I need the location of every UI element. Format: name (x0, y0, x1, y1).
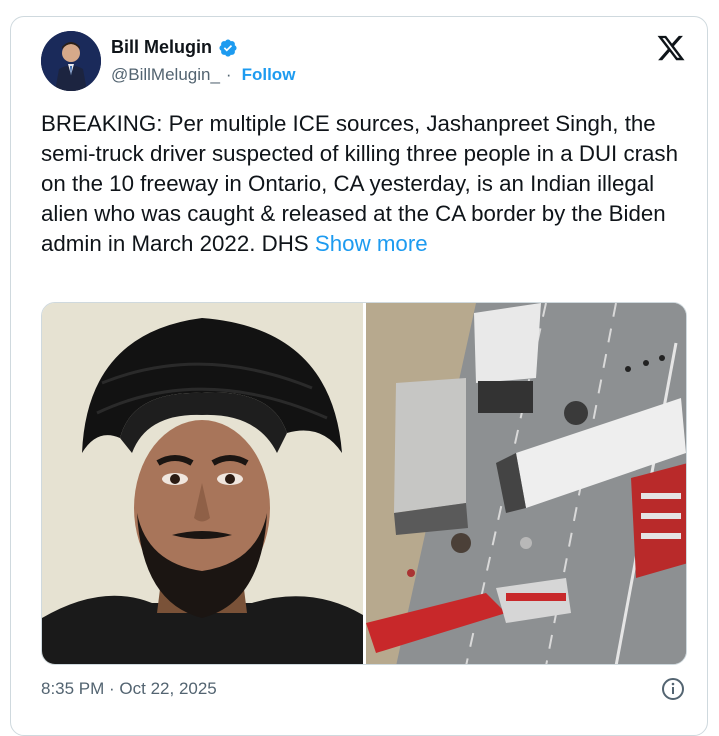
author-name[interactable]: Bill Melugin (111, 37, 212, 58)
separator-dot: · (225, 65, 232, 84)
tweet-text: BREAKING: Per multiple ICE sources, Jash… (41, 109, 691, 259)
author-handle-row: @BillMelugin_ · Follow (111, 65, 295, 85)
x-logo-icon[interactable] (656, 33, 686, 63)
tweet-timestamp[interactable]: 8:35 PM · Oct 22, 2025 (41, 679, 217, 699)
info-icon[interactable] (661, 677, 685, 701)
verified-badge-icon (218, 38, 238, 58)
tweet-card: Bill Melugin @BillMelugin_ · Follow BREA… (10, 16, 708, 736)
tweet-media (41, 302, 687, 665)
avatar[interactable] (41, 31, 101, 91)
media-photo-crash-scene[interactable] (366, 303, 686, 664)
author-name-row: Bill Melugin (111, 37, 238, 58)
media-photo-mugshot[interactable] (42, 303, 363, 664)
author-handle[interactable]: @BillMelugin_ (111, 65, 220, 85)
show-more-link[interactable]: Show more (315, 231, 428, 256)
follow-button[interactable]: Follow (242, 65, 296, 85)
